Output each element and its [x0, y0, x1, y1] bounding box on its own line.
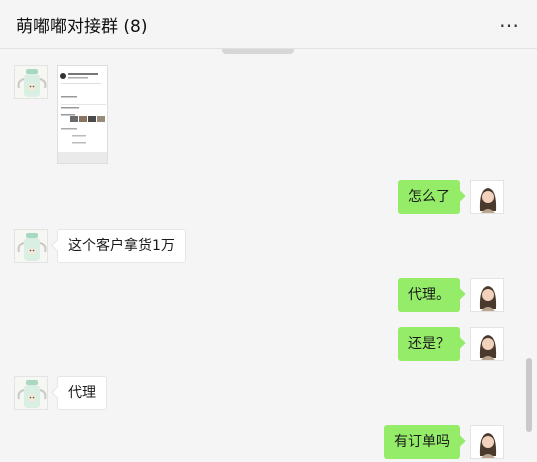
message-bubble-incoming[interactable]: 代理: [57, 376, 107, 410]
chat-header: 萌嘟嘟对接群 (8) …: [0, 0, 537, 49]
message-bubble-outgoing[interactable]: 怎么了: [398, 180, 460, 214]
load-more-handle[interactable]: [222, 49, 294, 54]
girl-avatar-icon[interactable]: [470, 425, 504, 459]
chat-scrollbar[interactable]: [526, 358, 532, 432]
baby-bottle-avatar-icon[interactable]: [14, 376, 48, 410]
girl-avatar-icon[interactable]: [470, 278, 504, 312]
message-bubble-outgoing[interactable]: 有订单吗: [384, 425, 460, 459]
girl-avatar-icon[interactable]: [470, 180, 504, 214]
message-bubble-outgoing[interactable]: 代理。: [398, 278, 460, 312]
message-bubble-outgoing[interactable]: 还是？: [398, 327, 460, 361]
baby-bottle-avatar-icon[interactable]: [14, 65, 48, 99]
more-dots-icon[interactable]: …: [499, 10, 521, 30]
baby-bottle-avatar-icon[interactable]: [14, 229, 48, 263]
chat-title[interactable]: 萌嘟嘟对接群 (8): [16, 12, 147, 37]
girl-avatar-icon[interactable]: [470, 327, 504, 361]
image-message[interactable]: [57, 65, 108, 164]
message-bubble-incoming[interactable]: 这个客户拿货1万: [57, 229, 186, 263]
